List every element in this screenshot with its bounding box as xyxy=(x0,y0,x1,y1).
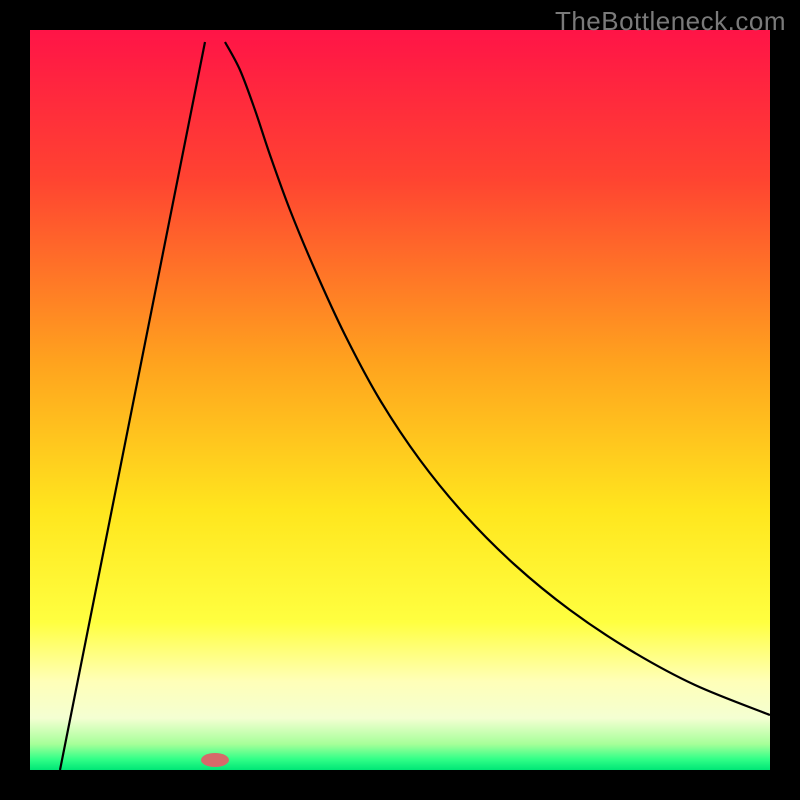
plot-area xyxy=(30,30,770,770)
gradient-background xyxy=(30,30,770,770)
chart-svg xyxy=(30,30,770,770)
marker xyxy=(201,753,229,767)
watermark-text: TheBottleneck.com xyxy=(555,6,786,37)
chart-frame: TheBottleneck.com xyxy=(0,0,800,800)
marker-group xyxy=(201,753,229,767)
